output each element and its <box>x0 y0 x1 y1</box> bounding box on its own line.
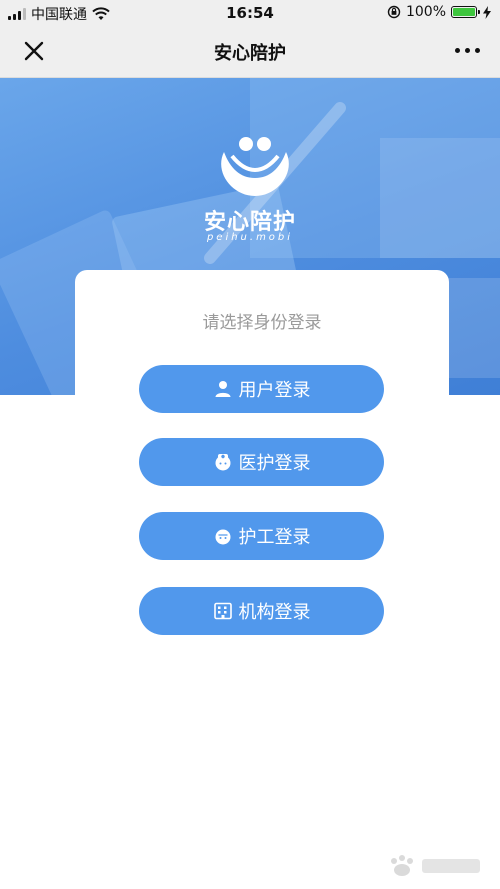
status-bar: 中国联通 16:54 100% <box>0 0 500 26</box>
login-title: 请选择身份登录 <box>202 313 322 333</box>
status-right: 100% <box>387 4 492 20</box>
page-title: 安心陪护 <box>214 43 286 64</box>
organization-login-button[interactable]: 机构登录 <box>139 587 384 635</box>
building-icon <box>213 602 232 620</box>
user-login-label: 用户登录 <box>238 380 311 401</box>
medic-login-label: 医护登录 <box>238 453 311 474</box>
brand-domain: peihu.mobi <box>206 232 294 243</box>
nurse-login-label: 护工登录 <box>238 527 311 548</box>
charging-icon <box>483 5 491 19</box>
nurse-login-button[interactable]: 护工登录 <box>139 512 384 560</box>
medic-login-button[interactable]: 医护登录 <box>139 438 384 486</box>
brand-logo-icon <box>221 137 289 196</box>
more-icon[interactable] <box>455 48 480 53</box>
battery-percent: 100% <box>405 4 446 20</box>
nurse-icon <box>215 529 230 545</box>
nav-bar: 安心陪护 <box>0 26 500 78</box>
rotation-lock-icon <box>387 5 401 19</box>
medic-icon <box>215 454 230 471</box>
watermark-logo-icon <box>391 855 480 876</box>
user-icon <box>215 381 230 397</box>
organization-login-label: 机构登录 <box>238 602 311 623</box>
user-login-button[interactable]: 用户登录 <box>139 365 384 413</box>
login-card: 请选择身份登录 用户登录 医护登录 护工登录 机构登录 <box>75 270 449 670</box>
battery-icon <box>451 6 480 18</box>
